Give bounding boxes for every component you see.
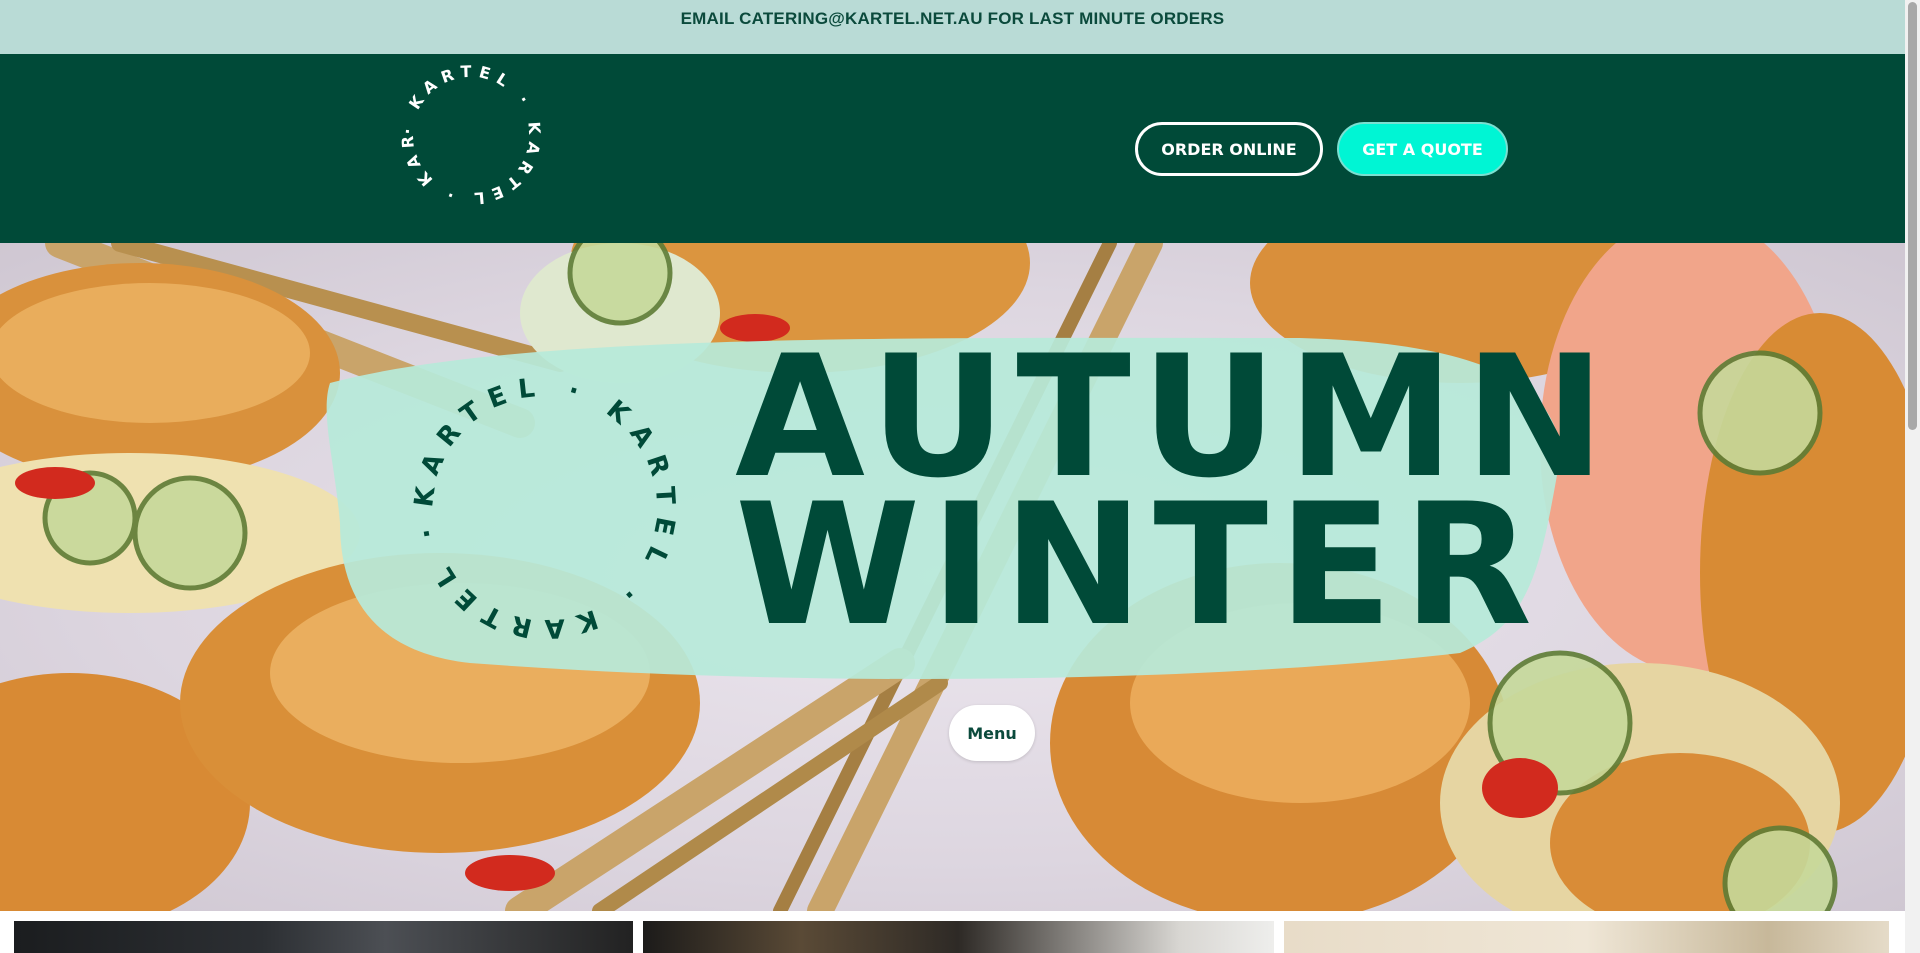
- get-quote-button[interactable]: GET A QUOTE: [1337, 122, 1508, 176]
- feature-cards: [0, 911, 1905, 953]
- page-scrollbar[interactable]: [1905, 0, 1920, 953]
- announcement-bar: EMAIL CATERING@KARTEL.NET.AU FOR LAST MI…: [0, 0, 1905, 54]
- menu-button[interactable]: Menu: [949, 705, 1035, 761]
- site-header: · KARTEL · KARTEL · KARTEL ORDER ONLINE …: [0, 54, 1905, 243]
- hero-title-line2: WINTER: [735, 467, 1543, 663]
- feature-card-3[interactable]: [1284, 921, 1889, 953]
- scrollbar-thumb[interactable]: [1908, 2, 1917, 430]
- order-online-button[interactable]: ORDER ONLINE: [1135, 122, 1323, 176]
- kartel-logo-icon: · KARTEL · KARTEL · KARTEL: [398, 62, 544, 208]
- hero-title: AUTUMN WINTER: [735, 333, 1605, 663]
- hero-kartel-badge: KARTEL · KARTEL · KARTEL ·: [405, 368, 685, 648]
- kartel-badge-icon: KARTEL · KARTEL · KARTEL ·: [409, 372, 680, 643]
- announcement-text: EMAIL CATERING@KARTEL.NET.AU FOR LAST MI…: [680, 9, 1225, 28]
- svg-text:KARTEL · KARTEL · KARTEL ·: KARTEL · KARTEL · KARTEL ·: [409, 372, 680, 643]
- kartel-logo[interactable]: · KARTEL · KARTEL · KARTEL: [398, 62, 544, 208]
- svg-text:· KARTEL · KARTEL · KARTEL: · KARTEL · KARTEL · KARTEL: [398, 62, 544, 208]
- hero-banner: KARTEL · KARTEL · KARTEL · AUTUMN WINTER…: [0, 243, 1905, 911]
- feature-card-2[interactable]: [643, 921, 1274, 953]
- page: EMAIL CATERING@KARTEL.NET.AU FOR LAST MI…: [0, 0, 1920, 953]
- feature-card-1[interactable]: [14, 921, 633, 953]
